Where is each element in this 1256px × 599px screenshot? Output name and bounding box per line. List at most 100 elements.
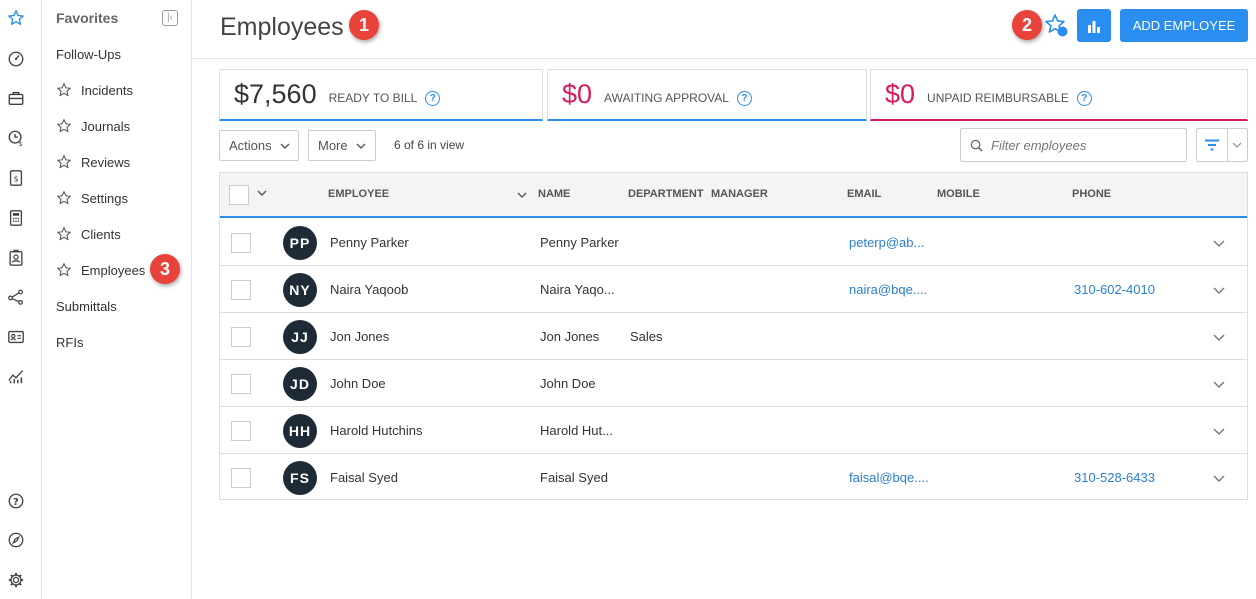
table-row[interactable]: JJ Jon Jones Jon Jones Sales — [220, 313, 1247, 360]
sidebar-item-label: Clients — [81, 226, 121, 242]
settings-icon[interactable] — [7, 571, 25, 589]
help-icon[interactable]: ? — [425, 90, 441, 106]
star-icon[interactable] — [7, 9, 25, 27]
email-cell[interactable]: naira@bqe.... — [849, 282, 927, 297]
filter-icon[interactable] — [1197, 129, 1228, 161]
table-row[interactable]: NY Naira Yaqoob Naira Yaqo... naira@bqe.… — [220, 266, 1247, 313]
table-row[interactable]: JD John Doe John Doe — [220, 360, 1247, 407]
dashboard-icon[interactable] — [7, 50, 25, 68]
sidebar-item-label: RFIs — [56, 334, 84, 350]
sidebar-item-follow-ups[interactable]: Follow-Ups — [56, 44, 121, 64]
star-icon[interactable] — [56, 118, 72, 134]
more-dropdown[interactable]: More — [308, 130, 376, 161]
avatar: JJ — [283, 320, 317, 354]
sidebar-item-settings[interactable]: Settings — [56, 188, 128, 208]
card-label: READY TO BILL — [328, 91, 418, 105]
column-name[interactable]: NAME — [538, 188, 570, 200]
employee-cell[interactable]: John Doe — [330, 376, 386, 391]
id-card-icon[interactable] — [7, 328, 25, 346]
employee-cell[interactable]: Harold Hutchins — [330, 423, 423, 438]
expand-row-chevron-icon[interactable] — [1213, 237, 1225, 249]
chevron-down-icon[interactable] — [257, 188, 267, 198]
compass-icon[interactable] — [7, 531, 25, 549]
sidebar-item-label: Incidents — [81, 82, 134, 98]
row-checkbox[interactable] — [231, 374, 251, 394]
help-icon[interactable]: ? — [1076, 90, 1092, 106]
summary-card-awaiting-approval[interactable]: $0 AWAITING APPROVAL ? — [547, 69, 867, 121]
column-employee[interactable]: EMPLOYEE — [328, 188, 389, 200]
summary-card-unpaid-reimbursable[interactable]: $0 UNPAID REIMBURSABLE ? — [870, 69, 1248, 121]
expand-row-chevron-icon[interactable] — [1213, 472, 1225, 484]
filter-employees-field[interactable] — [960, 128, 1187, 162]
row-checkbox[interactable] — [231, 327, 251, 347]
column-department[interactable]: DEPARTMENT — [628, 188, 704, 200]
annotation-badge-2: 2 — [1012, 10, 1042, 40]
expand-row-chevron-icon[interactable] — [1213, 378, 1225, 390]
employee-cell[interactable]: Penny Parker — [330, 235, 409, 250]
chevron-down-icon — [280, 143, 290, 149]
employee-cell[interactable]: Faisal Syed — [330, 470, 398, 485]
row-checkbox[interactable] — [231, 233, 251, 253]
favorite-star-icon[interactable] — [1044, 13, 1070, 39]
sort-chevron-icon[interactable] — [517, 190, 527, 200]
expand-row-chevron-icon[interactable] — [1213, 425, 1225, 437]
card-label: AWAITING APPROVAL — [604, 91, 729, 105]
filter-button[interactable] — [1196, 128, 1248, 162]
row-checkbox[interactable] — [231, 280, 251, 300]
table-row[interactable]: HH Harold Hutchins Harold Hut... — [220, 407, 1247, 454]
help-icon[interactable]: ? — [736, 90, 752, 106]
name-cell: Harold Hut... — [540, 423, 613, 438]
summary-card-ready-to-bill[interactable]: $7,560 READY TO BILL ? — [219, 69, 543, 121]
chart-button[interactable] — [1077, 9, 1111, 42]
employees-table: EMPLOYEE NAME DEPARTMENT MANAGER EMAIL M… — [219, 172, 1248, 500]
expand-row-chevron-icon[interactable] — [1213, 331, 1225, 343]
star-icon[interactable] — [56, 226, 72, 242]
email-cell[interactable]: peterp@ab... — [849, 235, 924, 250]
column-mobile[interactable]: MOBILE — [937, 188, 980, 200]
phone-cell[interactable]: 310-528-6433 — [1074, 470, 1155, 485]
column-email[interactable]: EMAIL — [847, 188, 881, 200]
table-row[interactable]: PP Penny Parker Penny Parker peterp@ab..… — [220, 219, 1247, 266]
card-amount: $0 — [885, 79, 916, 109]
column-manager[interactable]: MANAGER — [711, 188, 768, 200]
sidebar-item-incidents[interactable]: Incidents — [56, 80, 133, 100]
actions-dropdown[interactable]: Actions — [219, 130, 299, 161]
employee-cell[interactable]: Naira Yaqoob — [330, 282, 408, 297]
employee-cell[interactable]: Jon Jones — [330, 329, 389, 344]
help-icon[interactable]: ? — [7, 492, 25, 510]
phone-cell[interactable]: 310-602-4010 — [1074, 282, 1155, 297]
time-money-icon[interactable]: $ — [7, 129, 25, 147]
row-checkbox[interactable] — [231, 468, 251, 488]
email-cell[interactable]: faisal@bqe.... — [849, 470, 929, 485]
sidebar-item-clients[interactable]: Clients — [56, 224, 121, 244]
contact-badge-icon[interactable] — [7, 249, 25, 267]
add-employee-button[interactable]: ADD EMPLOYEE — [1120, 9, 1248, 42]
sidebar-item-rfis[interactable]: RFIs — [56, 332, 83, 352]
network-icon[interactable] — [7, 288, 25, 306]
annotation-badge-3: 3 — [150, 254, 180, 284]
expand-row-chevron-icon[interactable] — [1213, 284, 1225, 296]
row-checkbox[interactable] — [231, 421, 251, 441]
star-icon[interactable] — [56, 262, 72, 278]
sidebar-item-employees[interactable]: Employees — [56, 260, 145, 280]
sidebar-item-journals[interactable]: Journals — [56, 116, 130, 136]
sidebar-item-reviews[interactable]: Reviews — [56, 152, 130, 172]
analytics-icon[interactable] — [7, 367, 25, 385]
select-all-checkbox[interactable] — [229, 185, 249, 205]
sidebar-item-submittals[interactable]: Submittals — [56, 296, 117, 316]
table-row[interactable]: FS Faisal Syed Faisal Syed faisal@bqe...… — [220, 454, 1247, 501]
filter-employees-input[interactable] — [991, 137, 1181, 153]
briefcase-icon[interactable] — [7, 89, 25, 107]
annotation-badge-1: 1 — [349, 10, 379, 40]
calculator-icon[interactable] — [7, 209, 25, 227]
name-cell: Penny Parker — [540, 235, 619, 250]
column-phone[interactable]: PHONE — [1072, 188, 1111, 200]
chevron-down-icon[interactable] — [1228, 129, 1247, 161]
star-icon[interactable] — [56, 190, 72, 206]
star-icon[interactable] — [56, 154, 72, 170]
star-icon[interactable] — [56, 82, 72, 98]
invoice-icon[interactable]: $ — [7, 169, 25, 187]
name-cell: Naira Yaqo... — [540, 282, 615, 297]
collapse-icon[interactable]: |‹ — [162, 10, 178, 26]
sidebar-item-label: Settings — [81, 190, 128, 206]
